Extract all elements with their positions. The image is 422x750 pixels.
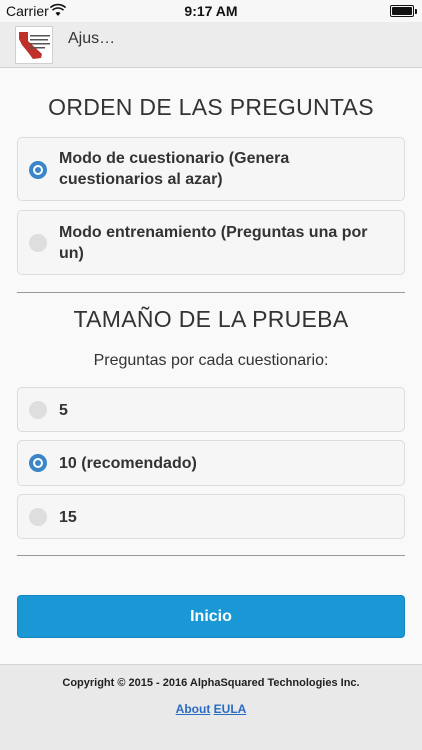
divider xyxy=(17,555,405,556)
app-logo-icon[interactable] xyxy=(15,26,53,64)
start-button[interactable]: Inicio xyxy=(17,595,405,638)
battery-icon xyxy=(390,5,417,17)
radio-selected-icon[interactable] xyxy=(29,454,47,472)
radio-unselected-icon[interactable] xyxy=(29,401,47,419)
option-training-mode[interactable]: Modo entrenamiento (Preguntas una por un… xyxy=(17,210,405,275)
size-subtitle: Preguntas por cada cuestionario: xyxy=(93,352,329,369)
option-label: 5 xyxy=(59,402,68,419)
option-label: Modo entrenamiento (Preguntas una por un… xyxy=(59,224,368,262)
option-size-5[interactable]: 5 xyxy=(17,387,405,432)
footer: Copyright © 2015 - 2016 AlphaSquared Tec… xyxy=(0,664,422,750)
option-size-15[interactable]: 15 xyxy=(17,494,405,539)
divider xyxy=(17,292,405,293)
radio-selected-icon[interactable] xyxy=(29,161,47,179)
about-link[interactable]: About xyxy=(176,702,211,716)
option-label: 15 xyxy=(59,509,77,526)
radio-unselected-icon[interactable] xyxy=(29,508,47,526)
option-size-10[interactable]: 10 (recomendado) xyxy=(17,440,405,486)
option-label: Modo de cuestionario (Genera cuestionari… xyxy=(59,150,290,188)
nav-bar: Ajus… xyxy=(0,22,422,68)
battery-fill xyxy=(392,7,412,15)
option-quiz-mode[interactable]: Modo de cuestionario (Genera cuestionari… xyxy=(17,137,405,201)
radio-unselected-icon[interactable] xyxy=(29,234,47,252)
option-label: 10 (recomendado) xyxy=(59,455,197,472)
footer-links: About EULA xyxy=(0,702,422,716)
clock: 9:17 AM xyxy=(184,3,238,19)
size-section-title: TAMAÑO DE LA PRUEBA xyxy=(73,306,349,332)
nav-title: Ajus… xyxy=(68,30,116,47)
status-bar: Carrier 9:17 AM xyxy=(0,0,422,22)
order-section-title: ORDEN DE LAS PREGUNTAS xyxy=(48,94,374,120)
california-map-icon xyxy=(19,32,50,59)
settings-content: ORDEN DE LAS PREGUNTAS Modo de cuestiona… xyxy=(0,68,422,664)
copyright-text: Copyright © 2015 - 2016 AlphaSquared Tec… xyxy=(62,677,360,689)
eula-link[interactable]: EULA xyxy=(214,702,247,716)
